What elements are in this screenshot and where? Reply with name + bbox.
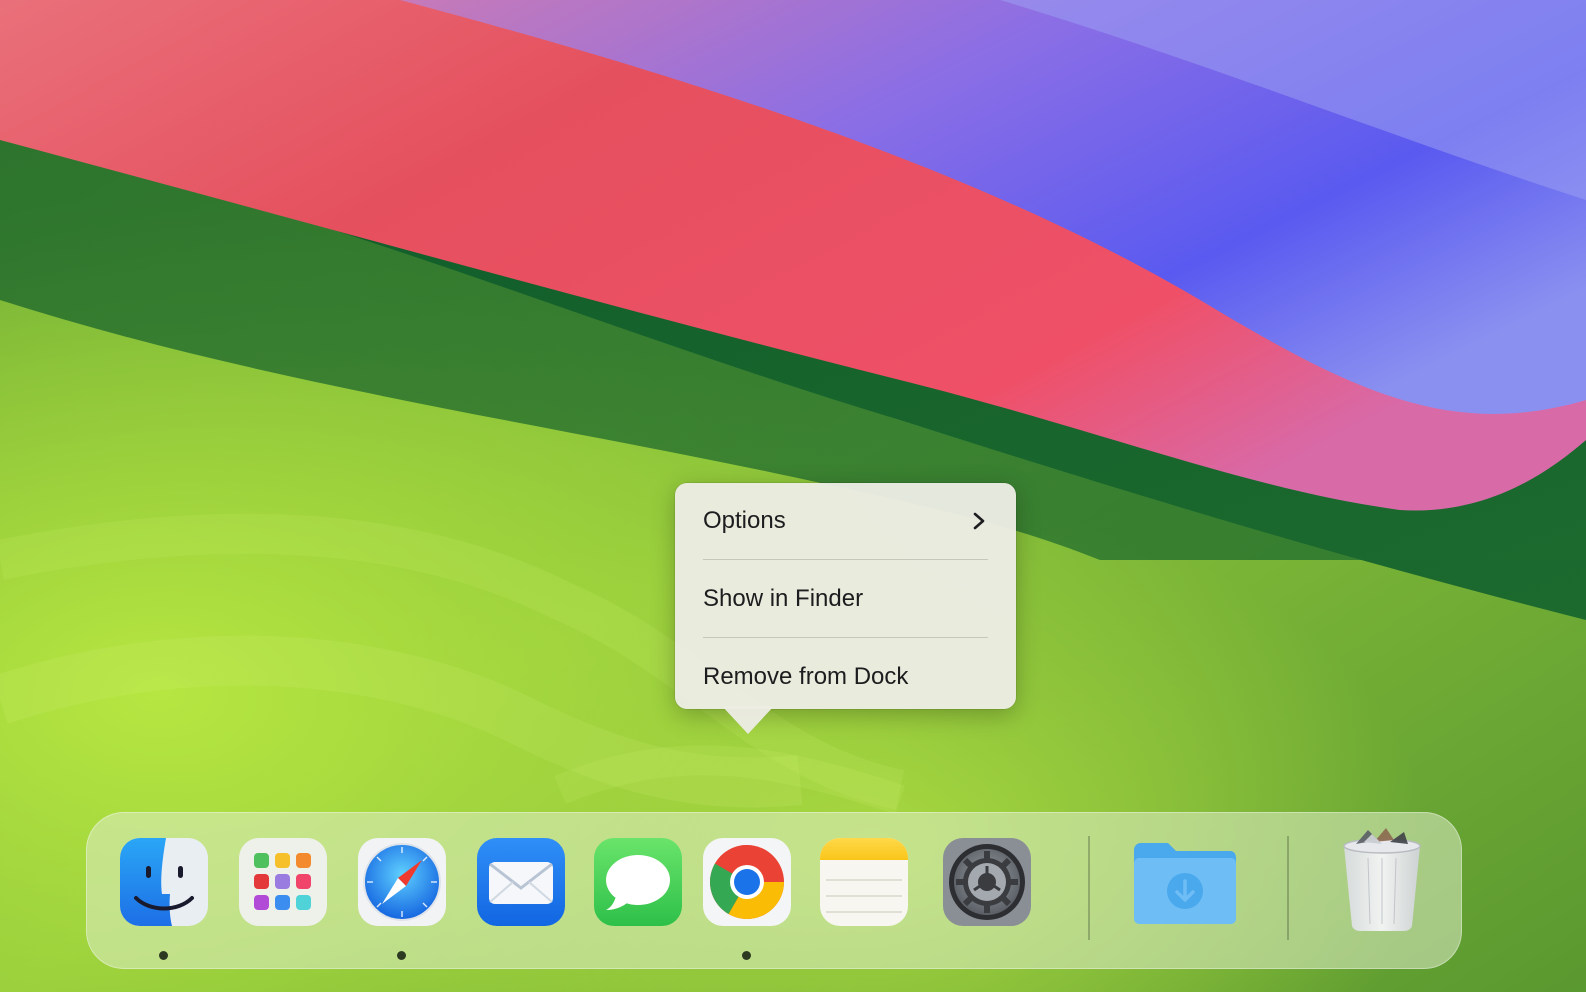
- trash-icon[interactable]: [1338, 828, 1426, 932]
- menu-item-remove-from-dock[interactable]: Remove from Dock: [703, 647, 988, 707]
- downloads-folder-icon[interactable]: [1130, 836, 1240, 928]
- dock-separator: [1287, 836, 1289, 940]
- messages-icon[interactable]: [592, 836, 684, 928]
- menu-item-show-in-finder-label: Show in Finder: [703, 585, 864, 612]
- chevron-right-icon: [973, 512, 985, 530]
- dock-context-menu: Options Show in Finder Remove from Dock: [675, 483, 1016, 709]
- notes-icon[interactable]: [818, 836, 910, 928]
- chrome-icon[interactable]: [701, 836, 793, 928]
- mail-icon[interactable]: [475, 836, 567, 928]
- gear-icon[interactable]: [941, 836, 1033, 928]
- safari-running-indicator: [397, 951, 406, 960]
- dock-separator: [1088, 836, 1090, 940]
- menu-item-options[interactable]: Options: [703, 491, 988, 551]
- menu-item-show-in-finder[interactable]: Show in Finder: [703, 569, 988, 629]
- safari-icon[interactable]: [356, 836, 448, 928]
- launchpad-icon[interactable]: [237, 836, 329, 928]
- menu-separator: [703, 559, 988, 560]
- finder-running-indicator: [159, 951, 168, 960]
- finder-icon[interactable]: [118, 836, 210, 928]
- menu-item-remove-from-dock-label: Remove from Dock: [703, 663, 909, 690]
- menu-item-options-label: Options: [703, 507, 786, 534]
- menu-pointer: [722, 706, 774, 734]
- chrome-running-indicator: [742, 951, 751, 960]
- menu-separator: [703, 637, 988, 638]
